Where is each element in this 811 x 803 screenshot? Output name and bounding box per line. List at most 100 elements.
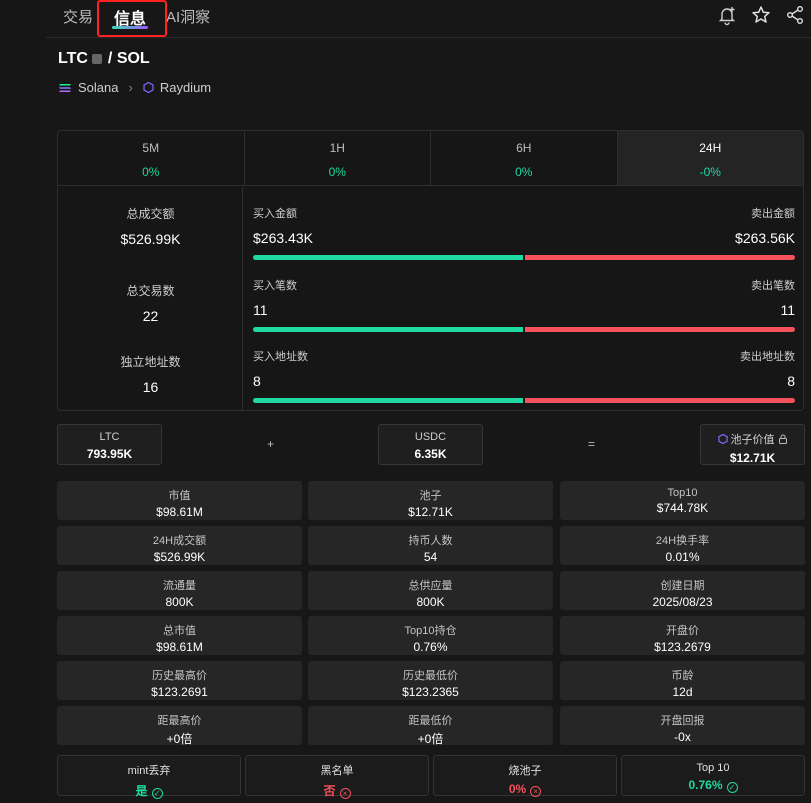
metric-cell: 距最低价 +0倍	[308, 706, 553, 746]
period-tab-24h[interactable]: 24H -0%	[617, 131, 803, 185]
tab-bar: 交易 信息 AI洞察	[46, 0, 811, 38]
sell-bar	[525, 327, 795, 332]
metric-cell: 距最高价 +0倍	[57, 706, 302, 746]
base-token: LTC	[58, 50, 88, 67]
period-change: 0%	[142, 165, 160, 179]
metric-value: $123.2679	[654, 640, 711, 654]
tab-ai-insight[interactable]: AI洞察	[166, 6, 210, 27]
metric-cell: 总供应量 800K	[308, 571, 553, 610]
buy-sell-ratio-bar	[253, 255, 795, 260]
metric-cell: 流通量 800K	[57, 571, 302, 610]
metric-cell: 24H换手率 0.01%	[560, 526, 805, 565]
star-icon[interactable]	[750, 4, 772, 26]
security-top10: Top 10 0.76% ✓	[621, 755, 805, 796]
plus-sign: +	[267, 437, 275, 451]
security-label: 黑名单	[320, 765, 354, 777]
period-change: -0%	[699, 165, 721, 179]
stat-label: 独立地址数	[120, 355, 181, 369]
metric-label: 持币人数	[408, 535, 453, 547]
metric-cell: 市值 $98.61M	[57, 481, 302, 520]
pool-total-value: 池子价值 $12.71K	[700, 424, 805, 465]
pool-token-value: 6.35K	[414, 447, 447, 461]
copy-icon[interactable]	[91, 53, 102, 64]
period-label: 24H	[699, 141, 722, 155]
security-value: 0.76% ✓	[622, 778, 804, 793]
metric-value: $12.71K	[408, 505, 453, 519]
buy-sell-count: 买入笔数 卖出笔数 11 11	[253, 277, 795, 332]
chain-breadcrumb: Solana › Raydium	[58, 80, 211, 95]
dex-name[interactable]: Raydium	[160, 80, 211, 95]
pool-token-label: LTC	[99, 431, 120, 443]
security-label: Top 10	[696, 762, 730, 774]
sell-bar	[525, 398, 795, 403]
period-tab-1h[interactable]: 1H 0%	[245, 131, 431, 185]
stat-label: 总交易数	[126, 284, 175, 298]
token-info-panel: 交易 信息 AI洞察 LTC / SOL Solana › Raydium 5M…	[46, 0, 811, 803]
sell-label: 卖出金额	[751, 208, 795, 220]
period-tab-5m[interactable]: 5M 0%	[58, 131, 245, 185]
buy-bar	[253, 398, 523, 403]
pool-total-text: 池子价值	[730, 434, 775, 446]
security-value-text: 0%	[508, 782, 527, 796]
pool-token-value: 793.95K	[86, 447, 133, 461]
buy-bar	[253, 327, 523, 332]
share-icon[interactable]	[784, 4, 806, 26]
metric-cell: 币龄 12d	[560, 661, 805, 700]
period-change: 0%	[515, 165, 533, 179]
buy-sell-amount: 买入金额 卖出金额 $263.43K $263.56K	[253, 205, 795, 260]
security-value: 0% ×	[434, 782, 616, 797]
sell-value: 11	[780, 302, 795, 318]
equals-sign: =	[588, 437, 596, 451]
pool-token-a: LTC 793.95K	[57, 424, 162, 465]
metric-cell: 池子 $12.71K	[308, 481, 553, 520]
security-value: 是 ✓	[58, 782, 240, 799]
security-value: 否 ×	[246, 782, 428, 799]
check-circle-icon: ✓	[151, 788, 163, 799]
metric-label: 24H换手率	[655, 535, 710, 547]
network-name[interactable]: Solana	[78, 80, 118, 95]
metric-label: Top10	[667, 487, 698, 499]
metric-cell: 开盘回报 -0x	[560, 706, 805, 745]
raydium-icon	[143, 82, 154, 93]
summary-stats: 总成交额 $526.99K 总交易数 22 独立地址数 16	[58, 187, 243, 411]
stat-value: $526.99K	[120, 231, 181, 247]
period-label: 1H	[329, 141, 345, 155]
bell-plus-icon[interactable]	[716, 4, 738, 26]
metric-value: -0x	[674, 730, 691, 744]
solana-icon	[59, 83, 71, 92]
metric-label: 创建日期	[660, 580, 705, 592]
total-volume: 总成交额 $526.99K	[58, 205, 243, 247]
metric-value: 800K	[416, 595, 445, 609]
security-value-text: 0.76%	[688, 778, 723, 792]
buy-label: 买入地址数	[253, 351, 308, 363]
pool-total-label: 池子价值	[701, 431, 804, 447]
metric-label: 池子	[419, 490, 442, 502]
metric-label: 市值	[168, 490, 191, 502]
buy-value: 11	[253, 302, 268, 318]
tab-trade[interactable]: 交易	[63, 6, 93, 27]
stat-value: 22	[142, 308, 159, 324]
check-circle-icon: ✓	[726, 782, 738, 793]
stat-value: 16	[142, 379, 159, 395]
buy-sell-ratio-bar	[253, 327, 795, 332]
metric-cell: 创建日期 2025/08/23	[560, 571, 805, 610]
sell-value: $263.56K	[735, 230, 795, 246]
security-label: mint丢弃	[127, 765, 171, 777]
metric-cell: 24H成交额 $526.99K	[57, 526, 302, 565]
metric-value: $98.61M	[156, 640, 203, 654]
metric-label: 币龄	[671, 670, 694, 682]
metric-value: 12d	[672, 685, 693, 699]
metric-value: $744.78K	[656, 501, 709, 515]
metric-label: 开盘价	[666, 625, 699, 637]
total-txns: 总交易数 22	[58, 282, 243, 324]
metric-label: 总市值	[163, 625, 196, 637]
period-tab-6h[interactable]: 6H 0%	[431, 131, 618, 185]
metric-label: 距最高价	[157, 715, 202, 727]
metric-label: 总供应量	[408, 580, 453, 592]
pool-total-amount: $12.71K	[729, 451, 776, 465]
buy-bar	[253, 255, 523, 260]
period-tabs: 5M 0% 1H 0% 6H 0% 24H -0%	[58, 131, 803, 186]
buy-value: $263.43K	[253, 230, 313, 246]
metric-value: +0倍	[166, 732, 193, 746]
metric-value: $98.61M	[156, 505, 203, 519]
